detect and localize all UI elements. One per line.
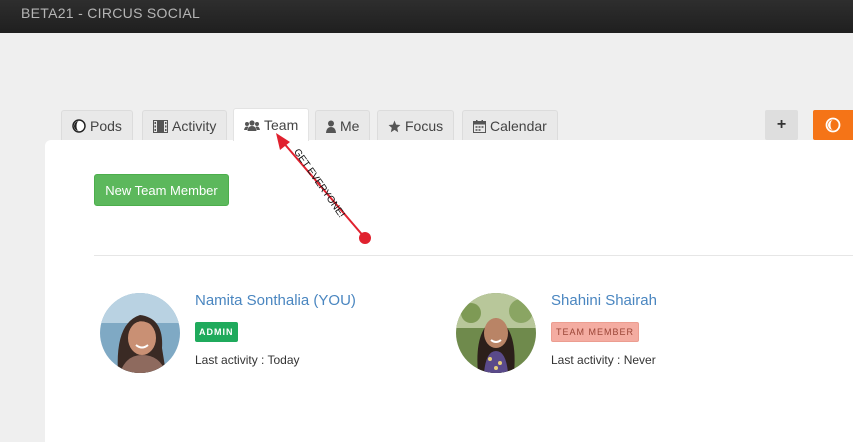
tab-focus[interactable]: Focus — [377, 110, 455, 141]
pods-icon — [72, 119, 86, 133]
tab-label: Activity — [172, 118, 217, 134]
avatar[interactable] — [100, 293, 180, 373]
role-badge: TEAM MEMBER — [551, 322, 640, 342]
tab-activity[interactable]: Activity — [142, 110, 228, 141]
tab-label: Focus — [405, 118, 444, 134]
last-activity: Last activity : Never — [551, 353, 656, 367]
top-bar: BETA21 - CIRCUS SOCIAL — [0, 0, 853, 33]
film-icon — [153, 119, 168, 133]
calendar-icon — [473, 119, 486, 133]
avatar[interactable] — [456, 293, 536, 373]
member-name[interactable]: Namita Sonthalia (YOU) — [195, 292, 356, 309]
last-activity: Last activity : Today — [195, 353, 300, 367]
pods-icon — [825, 117, 841, 133]
tab-calendar[interactable]: Calendar — [462, 110, 558, 141]
new-team-member-button[interactable]: New Team Member — [94, 174, 229, 206]
add-button[interactable]: + — [765, 110, 798, 140]
plus-icon: + — [776, 116, 787, 133]
role-badge: ADMIN — [195, 322, 238, 342]
pods-toggle-button[interactable] — [813, 110, 853, 140]
app-title: BETA21 - CIRCUS SOCIAL — [21, 5, 201, 21]
member-name[interactable]: Shahini Shairah — [551, 292, 657, 309]
users-icon — [244, 119, 260, 131]
divider — [94, 255, 853, 256]
star-icon — [388, 120, 401, 132]
tab-pods[interactable]: Pods — [61, 110, 133, 141]
tab-label: Pods — [90, 118, 122, 134]
tab-label: Calendar — [490, 118, 547, 134]
